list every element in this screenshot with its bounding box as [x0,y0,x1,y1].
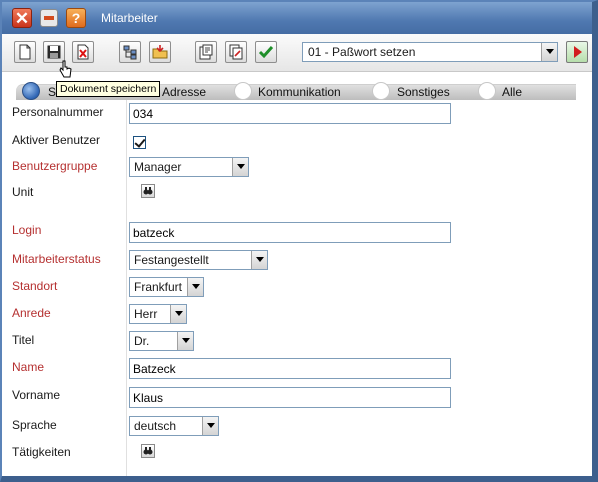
execute-action-button[interactable] [566,41,588,63]
aktiver-benutzer-checkbox[interactable] [133,136,146,149]
hierarchy-icon[interactable] [119,41,141,63]
open-folder-icon[interactable] [149,41,171,63]
chevron-down-icon[interactable] [202,417,218,435]
checkmark-icon[interactable] [255,41,277,63]
title-bar: ✕ ? Mitarbeiter [2,2,592,34]
chevron-down-icon[interactable] [251,251,267,269]
hand-cursor-icon [59,60,72,78]
unit-label: Unit [12,185,34,199]
unit-lookup-icon[interactable] [141,184,155,198]
mitarbeiterstatus-select[interactable]: Festangestellt [129,250,268,270]
mitarbeiterstatus-value: Festangestellt [134,253,209,267]
close-icon[interactable]: ✕ [12,8,32,28]
anrede-value: Herr [134,307,158,321]
delete-document-icon[interactable] [72,41,94,63]
benutzergruppe-value: Manager [134,160,182,174]
personalnummer-label: Personalnummer [12,105,104,119]
login-label: Login [12,223,42,237]
anrede-label: Anrede [12,306,51,320]
help-icon[interactable]: ? [66,8,86,28]
standort-value: Frankfurt [134,280,183,294]
standort-select[interactable]: Frankfurt [129,277,204,297]
titel-select[interactable]: Dr. [129,331,194,351]
taetigkeiten-label: Tätigkeiten [12,445,71,459]
tab-alle[interactable]: Alle [502,84,522,100]
tab-s[interactable]: S [48,84,56,100]
titel-value: Dr. [134,334,150,348]
vorname-field[interactable] [129,387,451,408]
anrede-select[interactable]: Herr [129,304,187,324]
personalnummer-field[interactable] [129,103,451,124]
action-select[interactable]: 01 - Paßwort setzen [302,42,558,62]
window-title: Mitarbeiter [101,11,158,25]
chevron-down-icon[interactable] [232,158,248,176]
toolbar: 01 - Paßwort setzen [2,34,592,72]
benutzergruppe-label: Benutzergruppe [12,159,98,173]
sprache-label: Sprache [12,418,57,432]
tab-indicator-icon [478,82,496,100]
tab-kommunikation[interactable]: Kommunikation [258,84,341,100]
chevron-down-icon[interactable] [541,43,557,61]
taetigkeiten-lookup-icon[interactable] [141,444,155,458]
tab-adresse[interactable]: Adresse [162,84,206,100]
sprache-select[interactable]: deutsch [129,416,219,436]
aktiver-benutzer-label: Aktiver Benutzer [12,133,101,147]
chevron-down-icon[interactable] [170,305,186,323]
tab-indicator-icon [234,82,252,100]
titel-label: Titel [12,333,35,347]
tab-indicator-active-icon [22,82,40,100]
minimize-icon[interactable] [40,9,58,27]
window-frame: ✕ ? Mitarbeiter 01 - Paßwort setzen S Ad… [0,0,598,482]
vorname-label: Vorname [12,388,61,402]
tooltip: Dokument speichern [56,81,161,97]
tab-indicator-icon [372,82,390,100]
tab-sonstiges[interactable]: Sonstiges [397,84,450,100]
name-label: Name [12,360,45,374]
sprache-value: deutsch [134,419,177,433]
benutzergruppe-select[interactable]: Manager [129,157,249,177]
mitarbeiterstatus-label: Mitarbeiterstatus [12,252,101,266]
label-column-divider [126,100,127,476]
action-select-value: 01 - Paßwort setzen [308,45,416,59]
new-document-icon[interactable] [14,41,36,63]
login-field[interactable] [129,222,451,243]
properties-icon[interactable] [195,41,217,63]
chevron-down-icon[interactable] [177,332,193,350]
standort-label: Standort [12,279,58,293]
copy-document-icon[interactable] [225,41,247,63]
name-field[interactable] [129,358,451,379]
chevron-down-icon[interactable] [187,278,203,296]
